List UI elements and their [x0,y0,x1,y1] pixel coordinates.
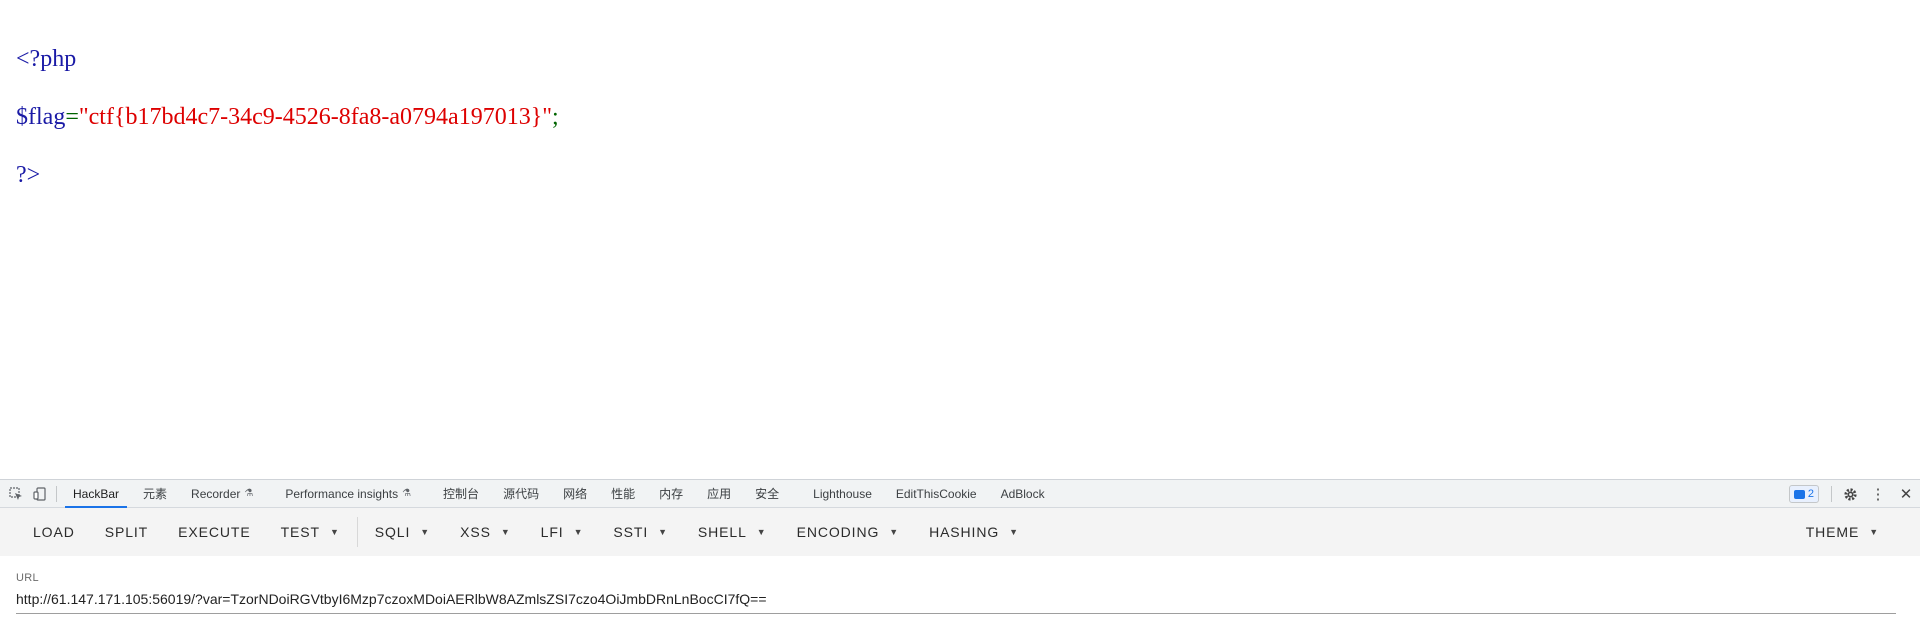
source-line-1: <?php [16,45,559,74]
flag-variable: $flag [16,104,66,130]
button-label: SHELL [697,524,747,540]
devtools-right-controls: 2 ⋮ ✕ [1788,480,1920,508]
toolbar-divider [356,517,358,547]
button-label: EXECUTE [178,524,251,540]
caret-down-icon: ▼ [889,527,900,537]
source-line-3: ?> [16,161,559,190]
tab-label: 应用 [707,487,732,501]
test-dropdown[interactable]: TEST ▼ [266,514,355,550]
php-source-view: <?php $flag="ctf{b17bd4c7-34c9-4526-8fa8… [16,16,559,219]
button-label: ENCODING [796,524,880,540]
hashing-dropdown[interactable]: HASHING ▼ [914,514,1034,550]
tab-performance-insights[interactable]: Performance insights ⚗ [273,480,423,508]
theme-dropdown[interactable]: THEME ▼ [1791,514,1894,550]
button-label: SSTI [613,524,649,540]
button-label: THEME [1805,524,1860,540]
tab-label: Performance insights [285,486,399,501]
execute-button[interactable]: EXECUTE [163,514,265,550]
message-icon [1793,489,1805,499]
button-label: SQLI [374,524,411,540]
device-toolbar-icon[interactable] [28,480,52,508]
tab-label: 性能 [611,487,636,501]
url-field-group: URL [16,572,1896,614]
tab-memory[interactable]: 内存 [647,480,695,508]
issues-count: 2 [1807,488,1814,500]
tab-label: Recorder [191,486,241,501]
tab-label: 网络 [563,487,588,501]
caret-down-icon: ▼ [573,527,584,537]
tab-elements[interactable]: 元素 [131,480,179,508]
tab-label: 安全 [755,487,780,501]
button-label: SPLIT [104,524,149,540]
toolbar-divider [56,485,57,502]
lfi-dropdown[interactable]: LFI ▼ [526,514,599,550]
xss-dropdown[interactable]: XSS ▼ [445,514,526,550]
tab-label: 元素 [143,487,168,501]
button-label: HASHING [929,524,1000,540]
tab-label: 控制台 [443,487,480,501]
tab-label: Lighthouse [813,486,872,501]
toolbar-divider [1831,486,1832,502]
encoding-dropdown[interactable]: ENCODING ▼ [782,514,914,550]
caret-down-icon: ▼ [1869,527,1879,537]
split-button[interactable]: SPLIT [90,514,163,550]
tab-recorder[interactable]: Recorder ⚗ [179,480,265,508]
caret-down-icon: ▼ [756,527,767,537]
ssti-dropdown[interactable]: SSTI ▼ [598,514,683,550]
load-button[interactable]: LOAD [18,514,90,550]
devtools-tab-bar: HackBar 元素 Recorder ⚗ Performance insight… [0,480,1920,508]
caret-down-icon: ▼ [500,527,511,537]
tab-hackbar[interactable]: HackBar [61,480,131,508]
settings-gear-icon[interactable] [1836,480,1864,508]
caret-down-icon: ▼ [329,527,340,537]
tab-adblock[interactable]: AdBlock [989,480,1057,508]
url-input[interactable] [16,588,1896,614]
inspect-element-icon[interactable] [4,480,28,508]
source-line-2: $flag="ctf{b17bd4c7-34c9-4526-8fa8-a0794… [16,103,559,132]
url-label: URL [16,572,39,584]
tab-lighthouse[interactable]: Lighthouse [801,480,884,508]
caret-down-icon: ▼ [420,527,431,537]
flag-string: "ctf{b17bd4c7-34c9-4526-8fa8-a0794a19701… [78,104,553,130]
caret-down-icon: ▼ [658,527,668,537]
tab-network[interactable]: 网络 [551,480,599,508]
php-close-tag: ?> [16,162,41,188]
button-label: LOAD [33,524,75,540]
tab-label: EditThisCookie [895,486,977,501]
button-label: XSS [460,524,491,540]
issues-button[interactable]: 2 [1788,485,1819,503]
close-devtools-icon[interactable]: ✕ [1892,480,1920,508]
tab-label: 内存 [659,487,684,501]
hackbar-toolbar: LOAD SPLIT EXECUTE TEST ▼ SQLI ▼ XSS ▼ LFI ▼… [0,508,1920,556]
tab-sources[interactable]: 源代码 [491,480,551,508]
php-open-tag: <?php [16,46,77,72]
semicolon: ; [552,104,559,130]
tab-label: 源代码 [503,487,540,501]
tab-security[interactable]: 安全 [743,480,791,508]
devtools-panel: HackBar 元素 Recorder ⚗ Performance insight… [0,479,1920,630]
tab-console[interactable]: 控制台 [431,480,491,508]
button-label: LFI [540,524,564,540]
caret-down-icon: ▼ [1009,527,1019,537]
assign-operator: = [65,104,79,130]
more-options-icon[interactable]: ⋮ [1864,480,1892,508]
tab-editthiscookie[interactable]: EditThisCookie [884,480,989,508]
experimental-flask-icon: ⚗ [402,488,412,499]
tab-label: HackBar [73,486,120,501]
sqli-dropdown[interactable]: SQLI ▼ [360,514,445,550]
experimental-flask-icon: ⚗ [244,488,254,499]
tab-performance[interactable]: 性能 [599,480,647,508]
shell-dropdown[interactable]: SHELL ▼ [683,514,782,550]
button-label: TEST [280,524,320,540]
tab-application[interactable]: 应用 [695,480,743,508]
tab-label: AdBlock [1000,486,1045,501]
